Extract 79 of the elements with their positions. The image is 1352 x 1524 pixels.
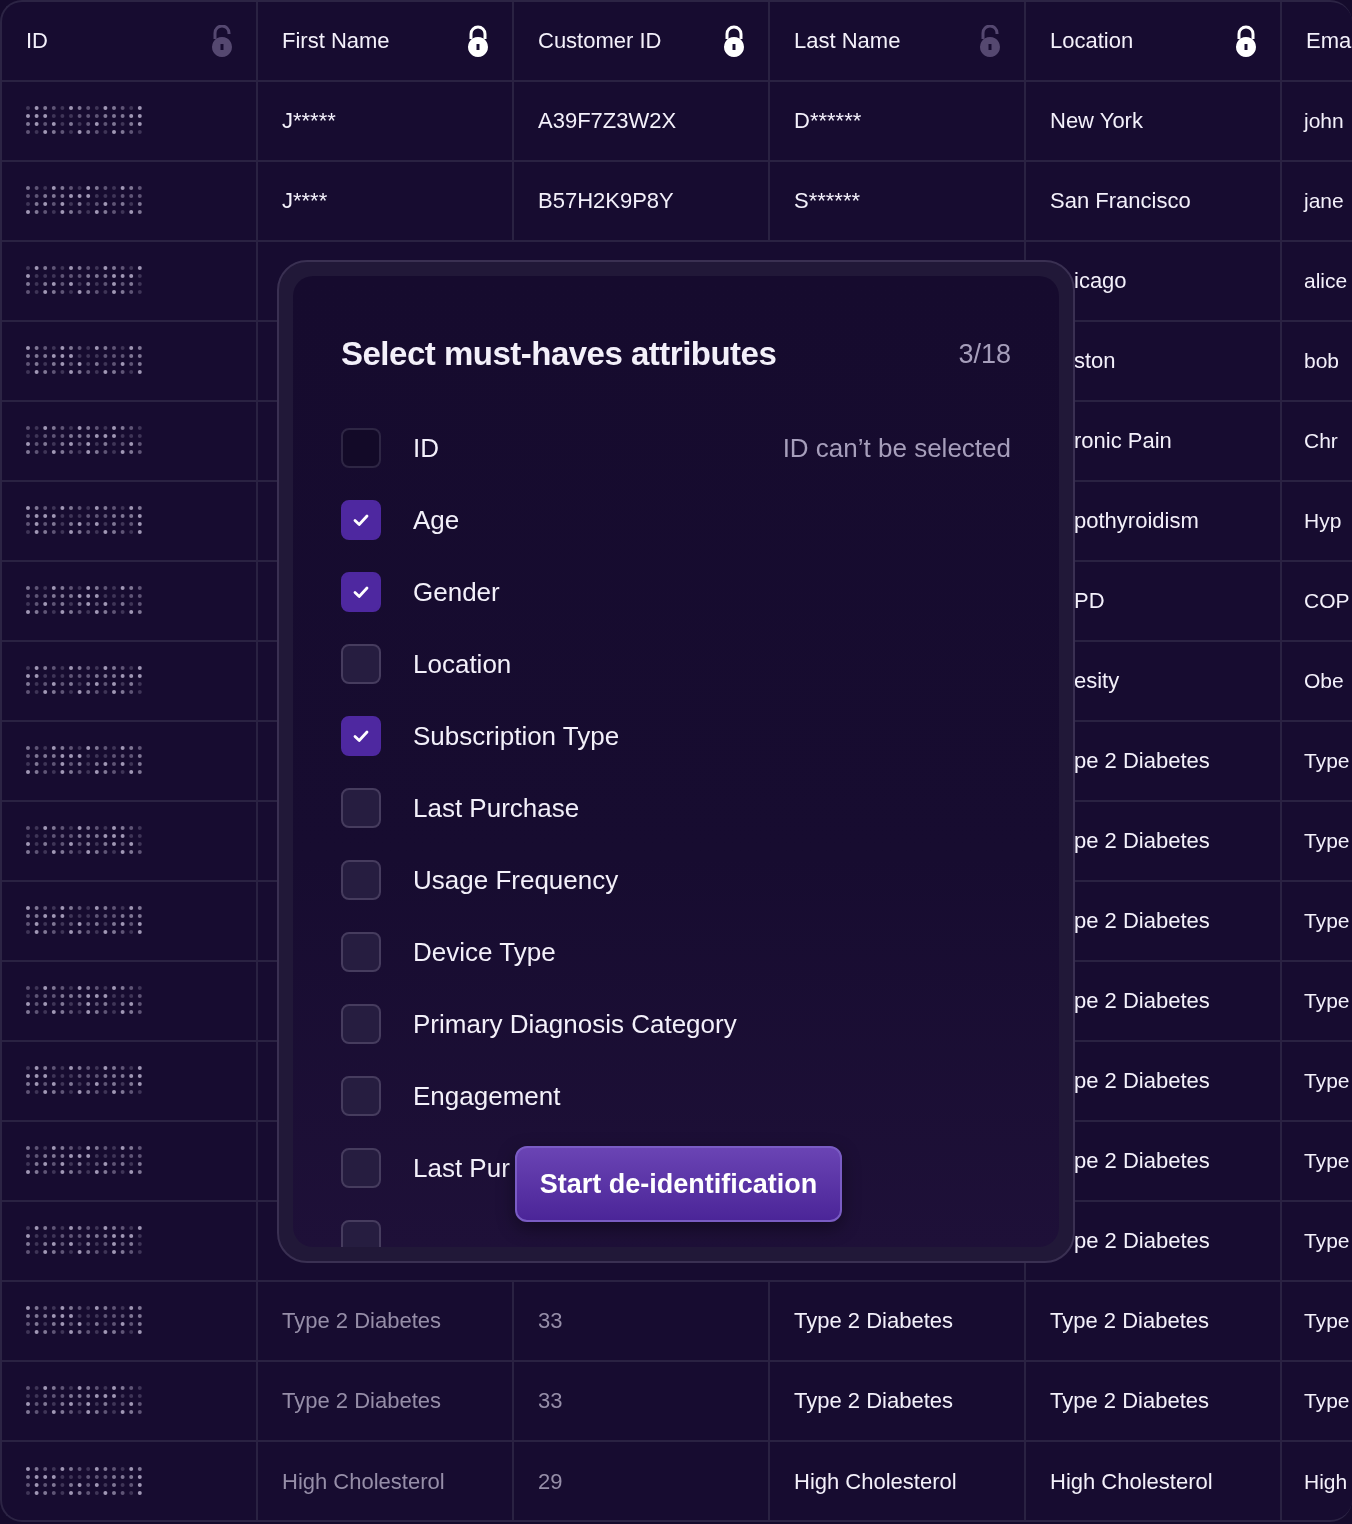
table-cell-text: Type [1303,1148,1351,1174]
selection-count: 3/18 [958,338,1011,370]
table-cell-text: Type [1303,908,1351,934]
column-header[interactable]: Customer ID [514,2,770,80]
table-cell-text: bob [1303,348,1341,374]
unlock-icon[interactable] [978,25,1002,57]
checkbox-label[interactable]: Age [413,504,460,536]
checkbox-label[interactable]: Last Purchase [413,792,580,824]
hint-text: ID can’t be selected [782,432,1011,464]
checkbox-label[interactable]: Subscription Type [413,720,620,752]
table-cell: Type 2 Diabetes [258,1362,514,1440]
table-cell: Type 2 Diabetes [1026,1362,1282,1440]
table-cell-text: john [1302,108,1345,134]
checkbox[interactable] [341,716,381,756]
checkbox[interactable] [341,500,381,540]
checkbox[interactable] [341,1004,381,1044]
checkbox-label[interactable]: Location [413,648,512,680]
table-cell: New York [1026,82,1282,160]
checkbox-label[interactable]: Engagement [413,1080,561,1112]
table-cell: High Cholesterol [258,1442,514,1520]
checkbox[interactable] [341,932,381,972]
table-cell-text: Type [1303,1228,1351,1254]
checkbox-label[interactable]: Last Pur [413,1152,510,1184]
column-header[interactable]: Location [1026,2,1282,80]
column-header[interactable]: First Name [258,2,514,80]
table-cell: A39F7Z3W2X [514,82,770,160]
checkbox[interactable] [341,572,381,612]
column-header[interactable]: Last Name [770,2,1026,80]
table-cell: Type 2 Diabetes [258,1282,514,1360]
table-cell-text: High [1303,1469,1349,1495]
lock-icon[interactable] [466,25,490,57]
checkbox-label[interactable]: Usage Frequency [413,864,619,896]
table-cell: San Francisco [1026,162,1282,240]
lock-icon[interactable] [1234,25,1258,57]
table-cell-text: Chr [1303,428,1339,454]
table-cell-text: Type [1303,1388,1351,1414]
table-cell-text: Type [1303,748,1351,774]
checkbox[interactable] [341,788,381,828]
table-cell-text: jane [1302,188,1345,214]
table-cell: B57H2K9P8Y [514,162,770,240]
column-header[interactable]: ID [2,2,258,80]
table-cell-text: Type [1303,1068,1351,1094]
table-cell-text: Hyp [1303,508,1343,534]
column-title: Customer ID [538,28,662,54]
checkbox-label[interactable]: Gender [413,576,500,608]
checkbox-label[interactable]: Device Type [413,936,556,968]
table-cell: Type 2 Diabetes [770,1362,1026,1440]
table-cell: J***** [258,82,514,160]
table-cell: Type 2 Diabetes [1026,1282,1282,1360]
table-cell: D****** [770,82,1026,160]
dialog-title: Select must-haves attributes [341,335,777,373]
column-title: Last Name [794,28,901,54]
checkbox[interactable] [341,1148,381,1188]
table-cell-text: alice [1303,268,1349,294]
table-cell: S****** [770,162,1026,240]
table-cell: 29 [514,1442,770,1520]
checkbox[interactable] [341,1076,381,1116]
unlock-icon[interactable] [210,25,234,57]
column-title: Ema [1306,28,1352,54]
table-cell-text: Obe [1303,668,1345,694]
column-title: First Name [282,28,390,54]
table-cell: Type 2 Diabetes [770,1282,1026,1360]
table-cell-text: Type [1303,1308,1351,1334]
lock-icon[interactable] [722,25,746,57]
column-title: ID [26,28,48,54]
checkbox-label[interactable]: Primary Diagnosis Category [413,1008,737,1040]
start-button[interactable]: Start de-identification [515,1146,842,1222]
table-cell: 33 [514,1362,770,1440]
column-title: Location [1050,28,1134,54]
table-cell-text: Type [1303,828,1351,854]
table-cell-text: Type [1303,988,1351,1014]
table-cell: 33 [514,1282,770,1360]
column-header[interactable]: Ema [1282,2,1352,80]
table-cell: High Cholesterol [1026,1442,1282,1520]
table-cell: J**** [258,162,514,240]
checkbox[interactable] [341,644,381,684]
table-cell: High Cholesterol [770,1442,1026,1520]
table-cell-text: COP [1303,588,1351,614]
checkbox[interactable] [341,860,381,900]
